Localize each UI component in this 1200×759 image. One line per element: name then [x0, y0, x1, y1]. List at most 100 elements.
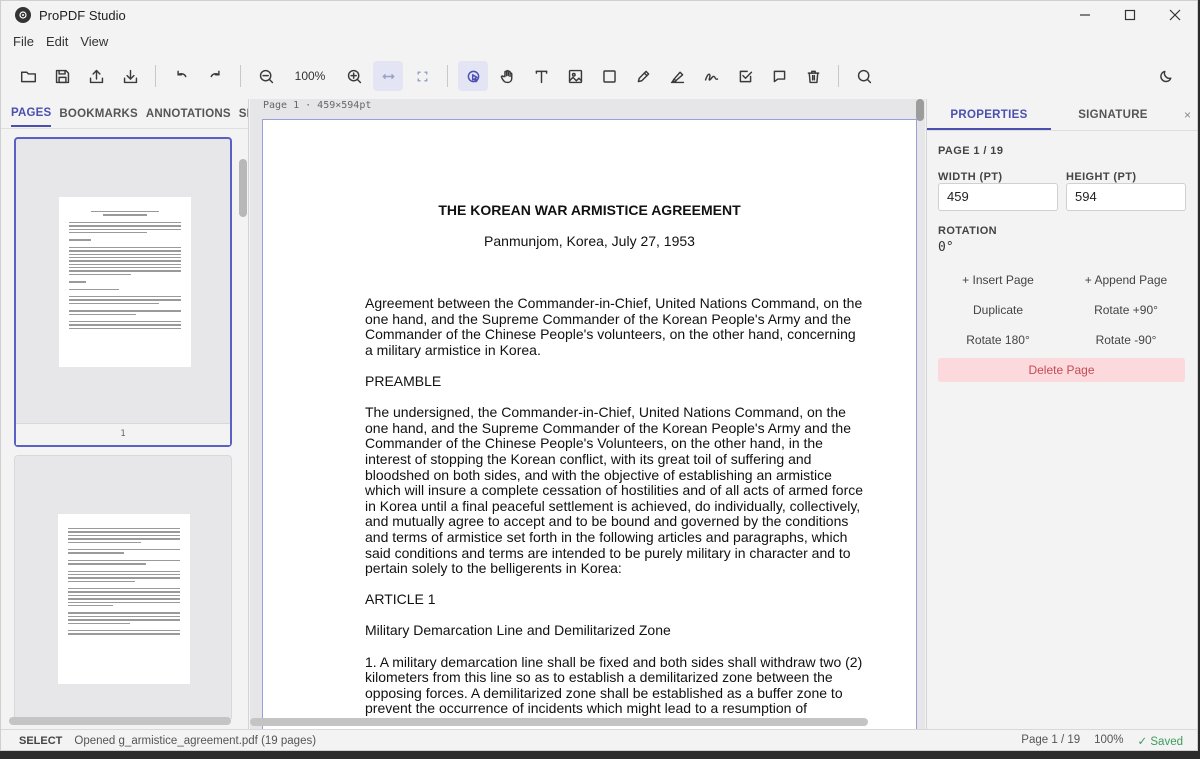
tab-search[interactable]: SEAR — [239, 102, 248, 126]
redo-icon — [210, 70, 220, 77]
redo-button[interactable] — [200, 61, 230, 91]
document-subtitle: Panmunjom, Korea, July 27, 1953 — [484, 233, 695, 249]
document-paragraph: Agreement between the Commander-in-Chief… — [365, 295, 863, 358]
theme-toggle-button[interactable] — [1151, 61, 1181, 91]
toolbar-separator — [838, 65, 839, 87]
export-button[interactable] — [81, 61, 111, 91]
app-logo-icon — [15, 7, 31, 23]
document-vertical-scrollbar[interactable] — [914, 99, 925, 719]
hand-icon — [500, 69, 512, 83]
select-pointer-icon — [467, 70, 479, 82]
search-button[interactable] — [849, 61, 879, 91]
scrollbar-thumb[interactable] — [239, 159, 247, 217]
append-page-button[interactable]: + Append Page — [1066, 268, 1186, 292]
height-input[interactable]: 594 — [1066, 183, 1186, 211]
signature-icon — [704, 72, 718, 81]
maximize-button[interactable] — [1107, 1, 1152, 29]
document-heading: PREAMBLE — [365, 372, 442, 389]
duplicate-page-button[interactable]: Duplicate — [938, 298, 1058, 322]
undo-button[interactable] — [166, 61, 196, 91]
rotate-180-button[interactable]: Rotate 180° — [938, 328, 1058, 352]
document-heading: Military Demarcation Line and Demilitari… — [365, 622, 671, 639]
tool-mode: SELECT — [19, 734, 63, 747]
close-icon — [1169, 9, 1180, 21]
document-body: Agreement between the Commander-in-Chief… — [365, 295, 865, 729]
checkbox-icon — [739, 70, 752, 82]
page-thumbnail[interactable]: 2 — [14, 455, 232, 719]
highlighter-icon — [670, 71, 684, 83]
document-viewport[interactable]: Page 1 · 459×594pt THE KOREAN WAR ARMIST… — [250, 99, 925, 729]
left-panel-tabs: PAGES BOOKMARKS ANNOTATIONS SEAR — [1, 99, 248, 129]
save-icon — [55, 69, 69, 83]
fit-page-button[interactable] — [407, 61, 437, 91]
width-input[interactable]: 459 — [938, 183, 1058, 211]
fit-width-button[interactable] — [373, 61, 403, 91]
zoom-in-icon — [347, 69, 361, 83]
close-panel-icon[interactable]: × — [1184, 108, 1191, 122]
thumbnail-vertical-scrollbar[interactable] — [238, 129, 248, 689]
hand-tool-button[interactable] — [492, 61, 522, 91]
saved-indicator: ✓ Saved — [1137, 735, 1183, 748]
rotate-plus-90-button[interactable]: Rotate +90° — [1066, 298, 1186, 322]
app-window: ProPDF Studio File Edit View 100% PAGES … — [0, 0, 1198, 751]
menu-view[interactable]: View — [74, 34, 114, 49]
thumbnail-preview — [59, 197, 191, 367]
rectangle-tool-button[interactable] — [594, 61, 624, 91]
menu-bar: File Edit View — [1, 29, 114, 53]
document-page[interactable]: THE KOREAN WAR ARMISTICE AGREEMENT Panmu… — [262, 119, 917, 729]
signature-tool-button[interactable] — [696, 61, 726, 91]
text-tool-button[interactable] — [526, 61, 556, 91]
upload-icon — [89, 69, 103, 83]
minimize-button[interactable] — [1062, 1, 1107, 29]
moon-icon — [1159, 70, 1171, 82]
pen-tool-button[interactable] — [628, 61, 658, 91]
zoom-in-button[interactable] — [339, 61, 369, 91]
insert-page-button[interactable]: + Insert Page — [938, 268, 1058, 292]
zoom-out-button[interactable] — [251, 61, 281, 91]
document-title: THE KOREAN WAR ARMISTICE AGREEMENT — [438, 202, 741, 218]
open-button[interactable] — [13, 61, 43, 91]
rectangle-icon — [602, 69, 616, 83]
status-zoom: 100% — [1094, 733, 1124, 746]
page-size-label: Page 1 · 459×594pt — [263, 100, 372, 111]
toolbar-separator — [447, 65, 448, 87]
checkbox-tool-button[interactable] — [730, 61, 760, 91]
document-horizontal-scrollbar[interactable] — [250, 718, 868, 726]
toolbar: 100% — [1, 57, 1197, 95]
scrollbar-thumb[interactable] — [916, 99, 924, 121]
comment-icon — [773, 70, 785, 82]
download-button[interactable] — [115, 61, 145, 91]
tab-bookmarks[interactable]: BOOKMARKS — [59, 102, 137, 126]
page-thumbnail[interactable]: 1 — [14, 137, 232, 447]
rotation-label: ROTATION — [938, 225, 998, 237]
tab-signature[interactable]: SIGNATURE — [1051, 99, 1175, 130]
menu-file[interactable]: File — [7, 34, 40, 49]
highlighter-tool-button[interactable] — [662, 61, 692, 91]
thumbnail-horizontal-scrollbar[interactable] — [9, 717, 231, 725]
tab-pages[interactable]: PAGES — [11, 101, 52, 127]
rotate-minus-90-button[interactable]: Rotate -90° — [1066, 328, 1186, 352]
document-paragraph: The undersigned, the Commander-in-Chief,… — [365, 404, 864, 577]
zoom-level[interactable]: 100% — [285, 69, 335, 83]
status-bar: SELECT Opened g_armistice_agreement.pdf … — [1, 729, 1197, 750]
tab-annotations[interactable]: ANNOTATIONS — [146, 102, 231, 126]
trash-icon — [807, 70, 819, 83]
close-window-button[interactable] — [1152, 1, 1197, 29]
pen-icon — [637, 70, 649, 82]
menu-edit[interactable]: Edit — [40, 34, 74, 49]
delete-tool-button[interactable] — [798, 61, 828, 91]
comment-tool-button[interactable] — [764, 61, 794, 91]
save-button[interactable] — [47, 61, 77, 91]
select-tool-button[interactable] — [458, 61, 488, 91]
status-right: Page 1 / 19 100% ✓ Saved — [1021, 734, 1183, 748]
thumbnail-list: 1 2 — [1, 129, 237, 719]
tab-properties[interactable]: PROPERTIES — [927, 99, 1051, 130]
delete-page-button[interactable]: Delete Page — [938, 358, 1185, 382]
status-page: Page 1 / 19 — [1021, 733, 1081, 746]
undo-icon — [176, 70, 186, 77]
width-label: WIDTH (PT) — [938, 171, 1003, 183]
zoom-out-icon — [259, 69, 273, 83]
minimize-icon — [1079, 14, 1090, 16]
image-tool-button[interactable] — [560, 61, 590, 91]
search-icon — [857, 69, 871, 83]
